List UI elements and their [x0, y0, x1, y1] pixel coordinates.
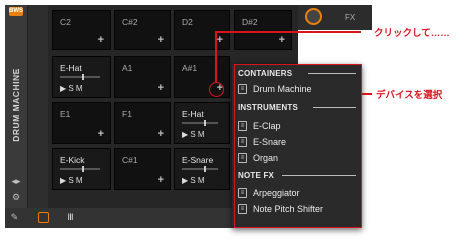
pad-f1[interactable]: F1 + [114, 102, 171, 144]
pad-controls[interactable]: ▶ S M [60, 84, 83, 93]
callout-line [362, 93, 372, 95]
annotation-click: クリックして…… [374, 28, 450, 39]
pad-e-kick[interactable]: E-Kick ▶ S M [52, 148, 111, 190]
pad-dsharp2[interactable]: D#2 + [234, 10, 292, 50]
pad-e-snare[interactable]: E-Snare ▶ S M [174, 148, 230, 190]
pad-label: C#1 [122, 155, 138, 165]
callout-line [215, 31, 217, 82]
pad-label: F1 [122, 109, 132, 119]
pad-e1[interactable]: E1 + [52, 102, 111, 144]
pad-csharp2[interactable]: C#2 + [114, 10, 171, 50]
device-panel-header: BWS DRUM MACHINE ⁄ ◂▸ ⚙ ▤ [5, 5, 28, 228]
pad-controls[interactable]: ▶ S M [60, 176, 83, 185]
volume-slider[interactable] [60, 166, 100, 172]
pad-label: A1 [122, 63, 133, 73]
add-icon[interactable]: + [158, 34, 164, 46]
screenshot: BWS DRUM MACHINE ⁄ ◂▸ ⚙ ▤ C2 + C#2 + D2 … [0, 0, 472, 240]
add-icon[interactable]: + [158, 174, 164, 186]
pad-label: E-Hat [60, 63, 82, 73]
pad-label: A#1 [182, 63, 198, 73]
pad-label: E-Hat [182, 109, 204, 119]
volume-slider[interactable] [182, 120, 218, 126]
pad-d2[interactable]: D2 + [174, 10, 230, 50]
panel-title: DRUM MACHINE [11, 68, 21, 142]
gear-icon[interactable]: ⚙ [10, 191, 22, 203]
pad-e-hat-2[interactable]: E-Hat ▶ S M [174, 102, 230, 144]
add-icon[interactable]: + [98, 34, 104, 46]
pad-controls[interactable]: ▶ S M [182, 176, 205, 185]
add-icon[interactable]: + [217, 34, 223, 46]
pad-label: E-Snare [182, 155, 214, 165]
volume-knob[interactable] [305, 8, 322, 25]
add-icon[interactable]: + [279, 34, 285, 46]
drum-icon: ⁄ [15, 68, 17, 78]
pad-a1[interactable]: A1 + [114, 56, 171, 98]
mixer-view-icon[interactable]: Ⅲ [65, 212, 76, 223]
add-icon[interactable]: + [98, 128, 104, 140]
app-logo: BWS [9, 7, 23, 16]
pad-controls[interactable]: ▶ S M [182, 130, 205, 139]
pad-label: D#2 [242, 17, 258, 27]
pad-label: C2 [60, 17, 71, 27]
pad-view-icon[interactable] [38, 212, 49, 223]
add-icon[interactable]: + [158, 128, 164, 140]
wrench-icon[interactable]: ✎ [9, 212, 20, 223]
volume-slider[interactable] [182, 166, 218, 172]
add-icon[interactable]: + [158, 82, 164, 94]
callout-circle [209, 82, 224, 97]
volume-slider[interactable] [60, 74, 100, 80]
pad-e-hat[interactable]: E-Hat ▶ S M [52, 56, 111, 98]
callout-line [215, 31, 361, 33]
pad-label: C#2 [122, 17, 138, 27]
arrows-icon[interactable]: ◂▸ [10, 175, 22, 187]
fx-label: FX [345, 13, 356, 22]
pad-label: E-Kick [60, 155, 85, 165]
pad-csharp1[interactable]: C#1 + [114, 148, 171, 190]
callout-box [234, 64, 362, 228]
annotation-select: デバイスを選択 [376, 90, 443, 101]
pad-label: D2 [182, 17, 193, 27]
pad-c2[interactable]: C2 + [52, 10, 111, 50]
pad-label: E1 [60, 109, 71, 119]
pad-side-column [28, 5, 48, 208]
